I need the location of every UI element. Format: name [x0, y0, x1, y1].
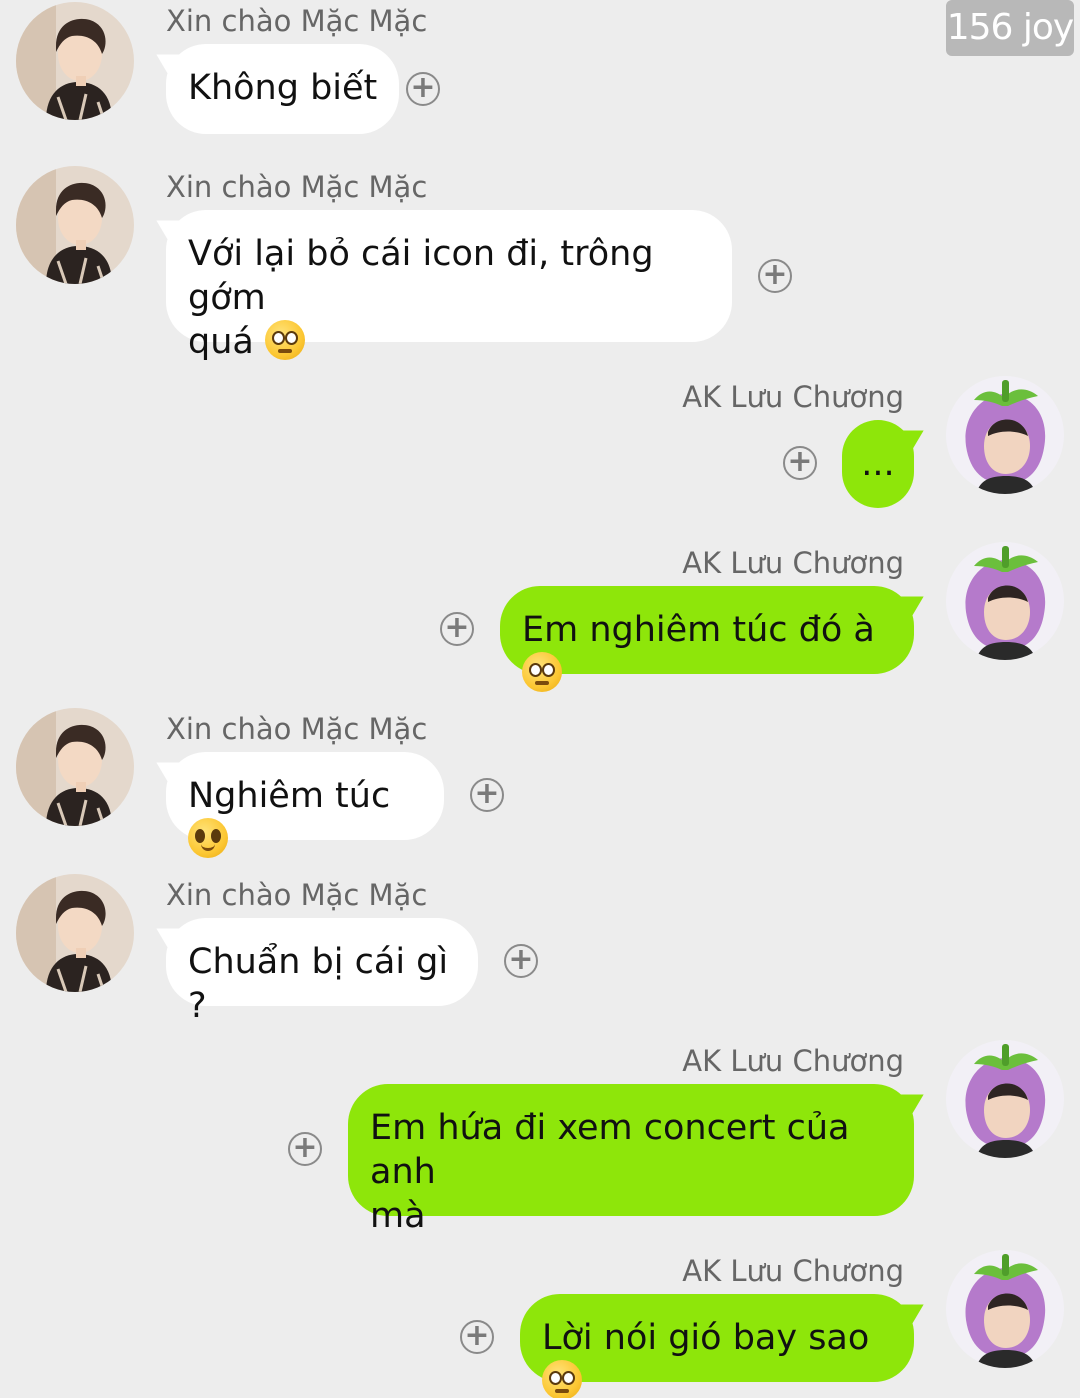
plus-circle-icon[interactable]: + [504, 944, 538, 978]
sender-name: AK Lưu Chương [682, 1254, 904, 1288]
plus-circle-icon[interactable]: + [783, 446, 817, 480]
sender-name: AK Lưu Chương [682, 1044, 904, 1078]
message-text: Lời nói gió bay sao [542, 1318, 870, 1358]
message-text: quá [188, 322, 254, 362]
sender-name: AK Lưu Chương [682, 546, 904, 580]
pleading-face-emoji [522, 652, 562, 692]
message-text: Em nghiêm túc đó à [522, 610, 875, 650]
message-text: Em hứa đi xem concert của anh [370, 1108, 850, 1192]
plus-circle-icon[interactable]: + [460, 1320, 494, 1354]
plus-circle-icon[interactable]: + [758, 259, 792, 293]
message-bubble-outgoing[interactable]: Em hứa đi xem concert của anh mà [348, 1084, 914, 1236]
avatar-mac-mac[interactable] [16, 874, 134, 992]
message-text: Nghiêm túc [188, 776, 391, 816]
avatar-mac-mac[interactable] [16, 166, 134, 284]
avatar-mac-mac[interactable] [16, 708, 134, 826]
pleading-face-emoji [542, 1360, 582, 1398]
message-bubble-outgoing[interactable]: ... [842, 420, 914, 508]
plus-circle-icon[interactable]: + [440, 612, 474, 646]
message-text: ... [861, 444, 895, 484]
sender-name: Xin chào Mặc Mặc [166, 712, 428, 746]
avatar-luu-chuong[interactable] [946, 1040, 1064, 1158]
message-text: Không biết [188, 68, 378, 108]
sender-name: Xin chào Mặc Mặc [166, 170, 428, 204]
smiling-face-emoji [188, 818, 228, 858]
sender-name: AK Lưu Chương [682, 380, 904, 414]
message-bubble-incoming[interactable]: Với lại bỏ cái icon đi, trông gớm quá [166, 210, 732, 362]
message-bubble-outgoing[interactable]: Lời nói gió bay sao [520, 1294, 914, 1398]
avatar-luu-chuong[interactable] [946, 542, 1064, 660]
plus-circle-icon[interactable]: + [406, 72, 440, 106]
plus-circle-icon[interactable]: + [470, 778, 504, 812]
sender-name: Xin chào Mặc Mặc [166, 878, 428, 912]
avatar-luu-chuong[interactable] [946, 376, 1064, 494]
eye-roll-emoji [265, 320, 305, 360]
watermark-label: 156 joy [946, 0, 1074, 56]
avatar-luu-chuong[interactable] [946, 1250, 1064, 1368]
avatar-mac-mac[interactable] [16, 2, 134, 120]
message-text: mà [370, 1196, 426, 1236]
message-bubble-incoming[interactable]: Chuẩn bị cái gì ? [166, 918, 478, 1026]
message-text: Chuẩn bị cái gì ? [188, 942, 449, 1026]
message-bubble-outgoing[interactable]: Em nghiêm túc đó à [500, 586, 914, 692]
sender-name: Xin chào Mặc Mặc [166, 4, 428, 38]
message-bubble-incoming[interactable]: Nghiêm túc [166, 752, 444, 858]
message-text: Với lại bỏ cái icon đi, trông gớm [188, 234, 654, 318]
message-bubble-incoming[interactable]: Không biết [166, 44, 400, 134]
plus-circle-icon[interactable]: + [288, 1132, 322, 1166]
